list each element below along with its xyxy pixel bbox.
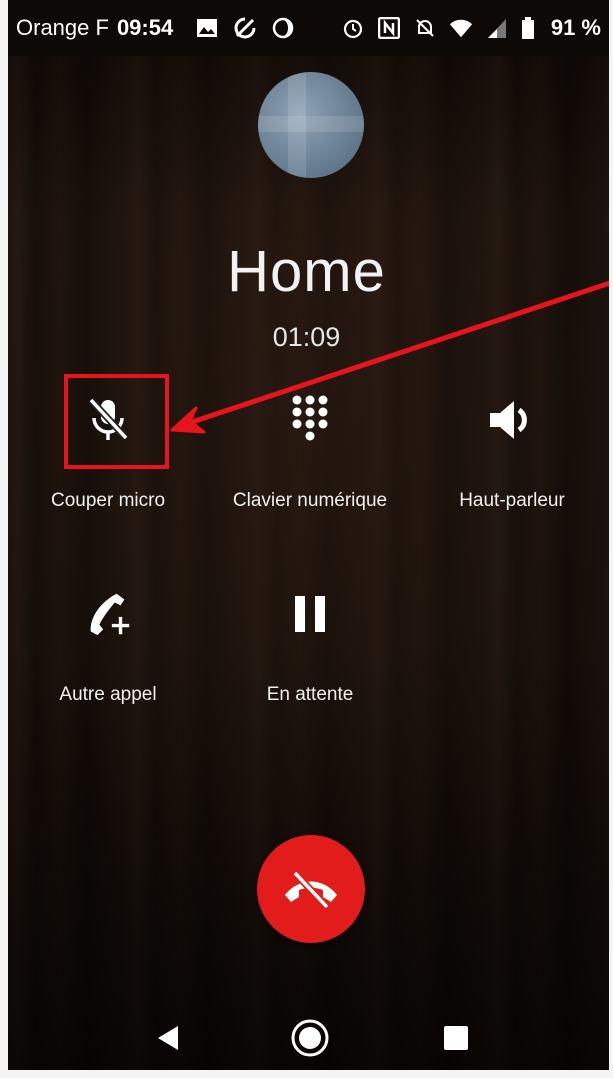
recents-icon: [443, 1025, 469, 1051]
alarm-icon: [341, 16, 365, 40]
hold-button[interactable]: En attente: [230, 588, 390, 718]
nfc-icon: [377, 16, 401, 40]
status-bar: Orange F 09:54 91 %: [8, 0, 609, 56]
add-call-icon: [82, 588, 134, 640]
back-button[interactable]: [148, 1018, 188, 1058]
frame-right: [609, 0, 613, 1078]
add-call-button[interactable]: Autre appel: [28, 588, 188, 718]
speaker-icon: [486, 394, 538, 446]
hold-label: En attente: [266, 684, 354, 705]
speaker-button[interactable]: Haut-parleur: [432, 394, 592, 524]
bell-off-icon: [413, 16, 437, 40]
home-icon: [290, 1018, 330, 1058]
signal-icon: [485, 16, 509, 40]
frame-left: [0, 0, 8, 1078]
hang-up-icon: [281, 869, 341, 909]
navigation-bar: [8, 1000, 609, 1070]
contact-avatar: [258, 72, 364, 178]
recents-button[interactable]: [436, 1018, 476, 1058]
battery-percent: 91 %: [550, 15, 601, 40]
image-icon: [195, 16, 219, 40]
annotation-highlight-box: [64, 374, 169, 469]
wifi-icon: [449, 16, 473, 40]
status-time: 09:54: [116, 15, 174, 40]
battery-icon: [521, 16, 535, 40]
moon-icon: [271, 16, 295, 40]
back-icon: [156, 1024, 180, 1052]
add-call-label: Autre appel: [59, 684, 157, 705]
keypad-label: Clavier numérique: [232, 490, 388, 511]
home-button[interactable]: [290, 1018, 330, 1058]
speaker-label: Haut-parleur: [459, 490, 565, 511]
call-duration: 01:09: [272, 322, 341, 352]
pause-icon: [284, 588, 336, 640]
sync-off-icon: [233, 16, 257, 40]
keypad-button[interactable]: Clavier numérique: [220, 394, 400, 524]
carrier-name: Orange F: [16, 15, 109, 40]
contact-name: Home: [227, 239, 386, 304]
dialpad-icon: [284, 394, 336, 446]
end-call-button[interactable]: [257, 835, 365, 943]
frame-bottom: [0, 1070, 613, 1078]
mute-label: Couper micro: [50, 490, 166, 511]
